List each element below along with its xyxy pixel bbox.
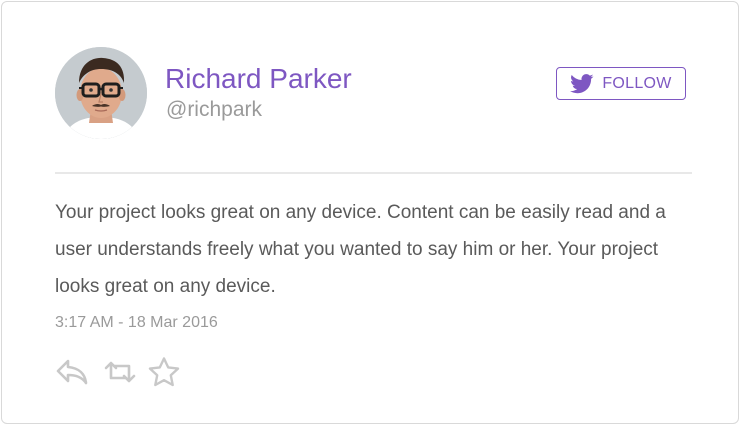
tweet-text: Your project looks great on any device. … xyxy=(55,202,666,297)
twitter-bird-icon xyxy=(570,73,594,94)
tweet-actions xyxy=(54,356,182,393)
retweet-button[interactable] xyxy=(102,359,138,390)
tweet-timestamp[interactable]: 3:17 AM - 18 Mar 2016 xyxy=(55,313,218,333)
follow-button[interactable]: FOLLOW xyxy=(556,67,686,100)
avatar-image xyxy=(55,47,147,139)
tweet-card: Richard Parker @richpark FOLLOW Your pro… xyxy=(1,1,739,424)
star-icon xyxy=(147,356,181,393)
avatar[interactable] xyxy=(55,47,147,139)
profile-handle[interactable]: @richpark xyxy=(166,97,262,123)
retweet-icon xyxy=(103,359,137,390)
divider xyxy=(55,172,692,174)
reply-button[interactable] xyxy=(54,358,90,391)
profile-name[interactable]: Richard Parker xyxy=(165,63,352,95)
follow-button-label: FOLLOW xyxy=(602,74,672,92)
reply-icon xyxy=(55,358,89,391)
favorite-button[interactable] xyxy=(146,356,182,393)
